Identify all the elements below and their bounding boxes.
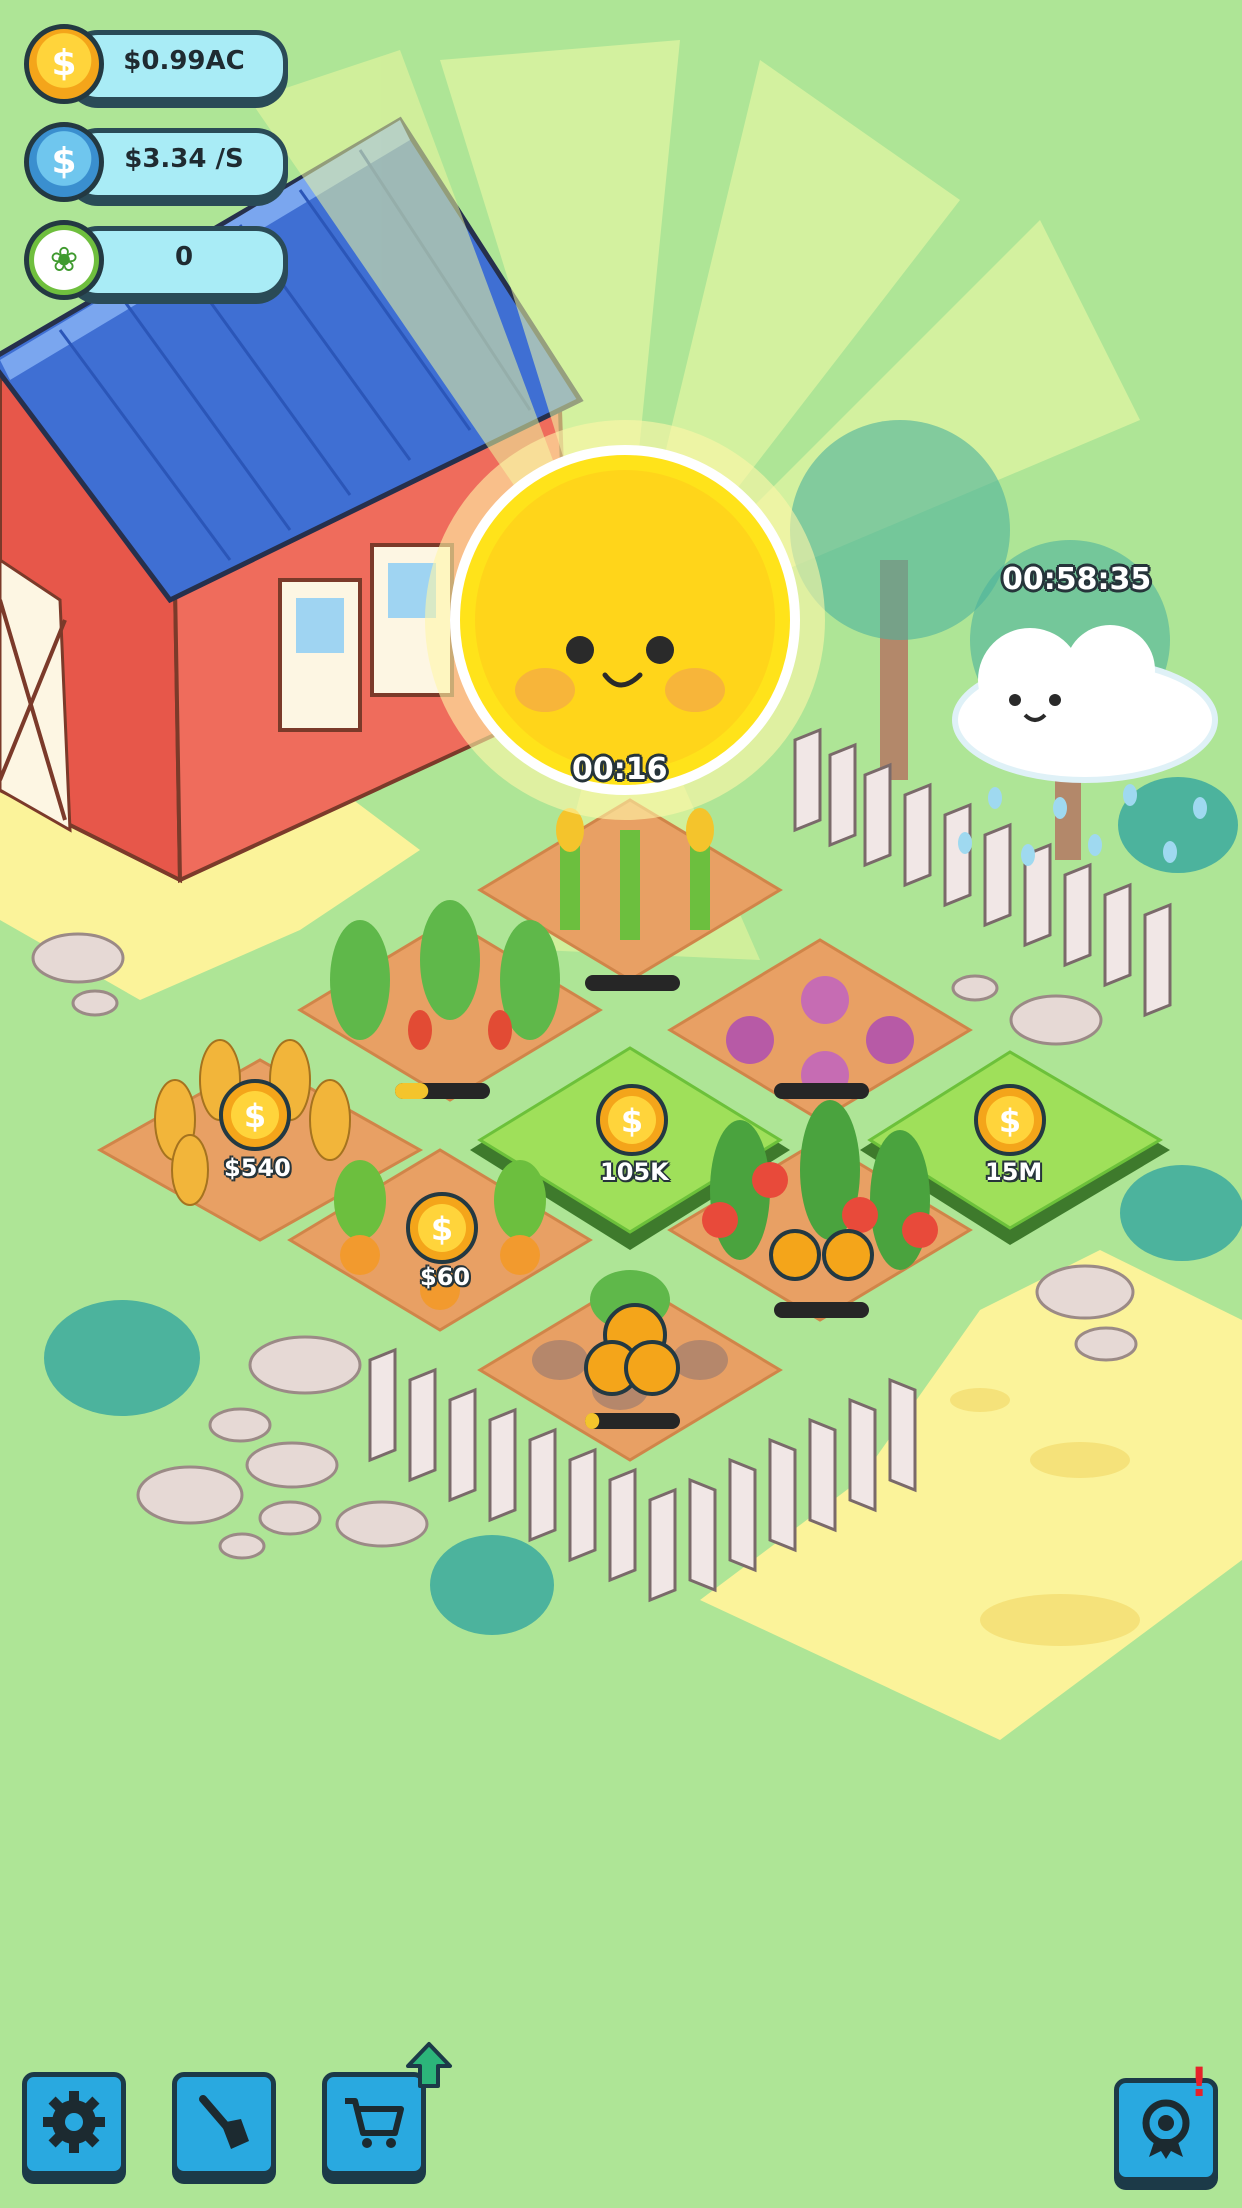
svg-text:$: $ bbox=[431, 1210, 453, 1248]
coin-105k[interactable]: $ bbox=[596, 1084, 668, 1156]
coin-counter: $ $0.99AC bbox=[24, 24, 288, 104]
progress-potato bbox=[585, 1413, 680, 1429]
shovel-icon bbox=[199, 2095, 249, 2149]
leaf-icon: ❀ bbox=[24, 220, 104, 300]
plot-label-carrot: $60 bbox=[420, 1263, 471, 1291]
coin-15m[interactable]: $ bbox=[974, 1084, 1046, 1156]
cloud-timer: 00:58:35 bbox=[1002, 562, 1152, 597]
shovel-button[interactable] bbox=[172, 2072, 276, 2176]
svg-text:$: $ bbox=[244, 1097, 266, 1135]
sun-timer: 00:16 bbox=[572, 752, 668, 787]
coin-icon: $ bbox=[24, 24, 104, 104]
plot-label-105k: 105K bbox=[600, 1158, 669, 1186]
coin-wheat[interactable]: $ bbox=[219, 1079, 291, 1151]
svg-text:$: $ bbox=[999, 1102, 1021, 1140]
cart-icon bbox=[345, 2098, 404, 2148]
coin-carrot[interactable]: $ bbox=[406, 1192, 478, 1264]
svg-text:$: $ bbox=[621, 1102, 643, 1140]
rate-counter: $ $3.34 /S bbox=[24, 122, 288, 202]
progress-corn bbox=[585, 975, 680, 991]
arrow-up-icon bbox=[404, 2040, 454, 2090]
progress-onion bbox=[774, 1083, 869, 1099]
settings-button[interactable] bbox=[22, 2072, 126, 2176]
farm-scene: $ $ $ $ bbox=[0, 40, 1242, 1740]
leaf-counter: ❀ 0 bbox=[24, 220, 288, 300]
coin-value: $0.99AC bbox=[123, 46, 245, 76]
rate-value: $3.34 /S bbox=[124, 144, 244, 174]
income-rate-icon: $ bbox=[24, 122, 104, 202]
plot-label-15m: 15M bbox=[985, 1158, 1043, 1186]
gear-icon bbox=[43, 2091, 105, 2153]
leaf-value: 0 bbox=[174, 242, 194, 272]
progress-tomato bbox=[774, 1302, 869, 1318]
progress-pepper bbox=[395, 1083, 490, 1099]
plot-label-wheat: $540 bbox=[224, 1154, 291, 1182]
achievements-alert-badge: ! bbox=[1190, 2060, 1209, 2106]
